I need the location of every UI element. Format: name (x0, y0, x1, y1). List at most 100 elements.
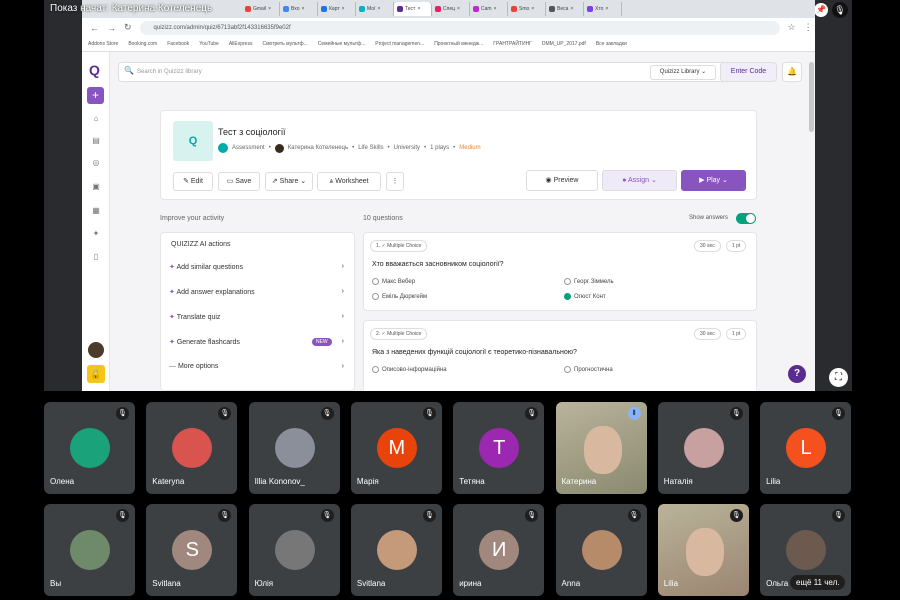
participant-tile[interactable]: 🎙 Illia Kononov_ (248, 402, 340, 494)
upgrade-icon[interactable]: 🔒 (87, 365, 105, 383)
participant-name: Illia Kononov_ (254, 477, 305, 486)
edit-button[interactable]: ✎ Edit (173, 172, 213, 191)
answer-option: Макс Вебер (372, 278, 415, 285)
assign-button[interactable]: ● Assign ⌄ (602, 170, 677, 191)
browser-tab[interactable]: Вхо × (280, 2, 318, 16)
tab-favicon-icon (549, 6, 555, 12)
ai-action-item[interactable]: — More options › (169, 363, 344, 370)
quizizz-logo[interactable]: Q (89, 62, 100, 78)
menu-icon[interactable]: ⋮ (804, 22, 813, 33)
participant-tile[interactable]: ⦀ Катерина (555, 402, 647, 494)
bookmark[interactable]: Смотреть мультф... (262, 41, 307, 47)
share-button[interactable]: ⇗ Share ⌄ (265, 172, 313, 191)
ai-action-label: ✦ Translate quiz (169, 314, 221, 321)
question-card[interactable]: 1. ✓ Multiple Choice 30 sec 1 pt Хто вва… (363, 232, 757, 311)
url-field[interactable]: quizizz.com/admin/quiz/6713abf2f14331663… (139, 20, 780, 35)
chevron-right-icon: › (341, 313, 344, 320)
bookmark[interactable]: Проектный менедж... (434, 41, 483, 47)
library-select[interactable]: Quizizz Library ⌄ (650, 65, 716, 80)
participant-tile[interactable]: 🎙 Svitlana (350, 504, 442, 596)
bookmark[interactable]: Project managemen... (375, 41, 424, 47)
more-participants-button[interactable]: ещё 11 чел. (790, 575, 846, 590)
home-icon[interactable]: ⌂ (91, 114, 101, 124)
back-icon[interactable]: ← (90, 23, 99, 33)
participant-tile[interactable]: И 🎙 ирина (453, 504, 545, 596)
browser-tab[interactable]: Карт × (318, 2, 356, 16)
fullscreen-icon[interactable]: ⛶ (829, 368, 848, 387)
bookmark[interactable]: YouTube (199, 41, 219, 47)
play-button[interactable]: ▶ Play ⌄ (681, 170, 746, 191)
browser-tab[interactable]: Мої × (356, 2, 394, 16)
participant-tile[interactable]: 🎙 Олена (44, 402, 135, 494)
participant-tile[interactable]: 🎙 Anna (555, 504, 647, 596)
bookmark[interactable]: Booking.com (128, 41, 157, 47)
participant-name: Svitlana (152, 579, 181, 588)
browser-tab[interactable]: Smo × (508, 2, 546, 16)
question-card[interactable]: 2. ✓ Multiple Choice 30 sec 1 pt Яка з н… (363, 320, 757, 391)
quiz-author[interactable]: Катерина Котеленець (288, 145, 348, 151)
classes-icon[interactable]: ▦ (91, 206, 101, 216)
explore-icon[interactable]: ◎ (91, 158, 101, 168)
participant-tile[interactable]: 🎙 Вы (44, 504, 135, 596)
forward-icon[interactable]: → (107, 23, 116, 33)
tab-title: Хто (595, 6, 604, 12)
bookmark[interactable]: Все закладки (596, 41, 627, 47)
bookmark[interactable]: Семейные мультф... (318, 41, 366, 47)
reload-icon[interactable]: ↻ (124, 22, 132, 33)
save-button[interactable]: ▭ Save (218, 172, 260, 191)
bookmark[interactable]: Facebook (167, 41, 189, 47)
bookmark[interactable]: AliExpress (229, 41, 253, 47)
participant-tile[interactable]: 🎙 Наталія (657, 402, 749, 494)
sparkle-icon: ✦ (169, 289, 175, 296)
ai-action-item[interactable]: ✦ Add similar questions › (169, 263, 344, 271)
participant-avatar: T (479, 428, 520, 468)
participant-tile[interactable]: L 🎙 Lilia (760, 402, 852, 494)
participant-tile[interactable]: S 🎙 Svitlana (146, 504, 238, 596)
show-answers-toggle[interactable] (736, 213, 756, 224)
star-icon[interactable]: ☆ (788, 22, 796, 33)
question-points[interactable]: 1 pt (726, 328, 747, 340)
question-type: 2. ✓ Multiple Choice (370, 328, 428, 340)
more-button[interactable]: ⋮ (386, 172, 404, 191)
library-icon[interactable]: ▤ (91, 136, 101, 146)
ai-action-item[interactable]: ✦ Add answer explanations › (169, 288, 344, 296)
browser-tab[interactable]: Веса × (546, 2, 584, 16)
participant-tile[interactable]: 🎙 Lilia (657, 504, 749, 596)
participant-avatar (581, 530, 622, 570)
browser-tab[interactable]: Спец × (432, 2, 470, 16)
question-points[interactable]: 1 pt (726, 240, 747, 252)
bookmark[interactable]: Addons Store (88, 41, 118, 47)
scrollbar[interactable] (809, 62, 814, 132)
participant-tile[interactable]: M 🎙 Марія (350, 402, 442, 494)
pin-icon[interactable]: 📌 (814, 3, 828, 17)
preview-button[interactable]: ◉ Preview (526, 170, 598, 191)
browser-tab[interactable]: Gmail × (242, 2, 280, 16)
question-time[interactable]: 30 sec (694, 328, 721, 340)
participant-tile[interactable]: T 🎙 Тетяна (453, 402, 545, 494)
participant-tile[interactable]: 🎙 Юлія (248, 504, 340, 596)
book-icon[interactable]: ▯ (91, 252, 101, 262)
ai-action-item[interactable]: ✦ Translate quiz › (169, 313, 344, 321)
bookmark[interactable]: DMM_UP_2017.pdf (542, 41, 586, 47)
ai-icon[interactable]: ✦ (91, 229, 101, 239)
ai-action-item[interactable]: ✦ Generate flashcards NEW › (169, 338, 344, 346)
participant-avatar: И (479, 530, 520, 570)
address-bar: ← → ↻ quizizz.com/admin/quiz/6713abf2f1433… (82, 18, 815, 37)
enter-code-button[interactable]: Enter Code (720, 62, 777, 82)
reports-icon[interactable]: ▣ (91, 182, 101, 192)
browser-tab[interactable]: Хто × (584, 2, 622, 16)
avatar[interactable] (88, 342, 104, 358)
worksheet-button[interactable]: ⩓ Worksheet (317, 172, 381, 191)
quiz-subject: Life Skills (358, 145, 384, 151)
browser-tab[interactable]: Тест × (394, 2, 432, 16)
bookmark[interactable]: ГРАНТРАЙТИНГ (493, 41, 532, 47)
radio-icon (564, 366, 571, 373)
browser-tab[interactable]: Сam × (470, 2, 508, 16)
participant-tile[interactable]: 🎙 Kateryna (146, 402, 238, 494)
question-text: Яка з наведених функцій соціології є тео… (372, 349, 577, 356)
question-time[interactable]: 30 sec (694, 240, 721, 252)
create-button[interactable]: + (87, 87, 104, 104)
correct-check-icon (564, 293, 571, 300)
help-button[interactable]: ? (788, 365, 806, 383)
bell-icon[interactable]: 🔔 (782, 62, 802, 82)
